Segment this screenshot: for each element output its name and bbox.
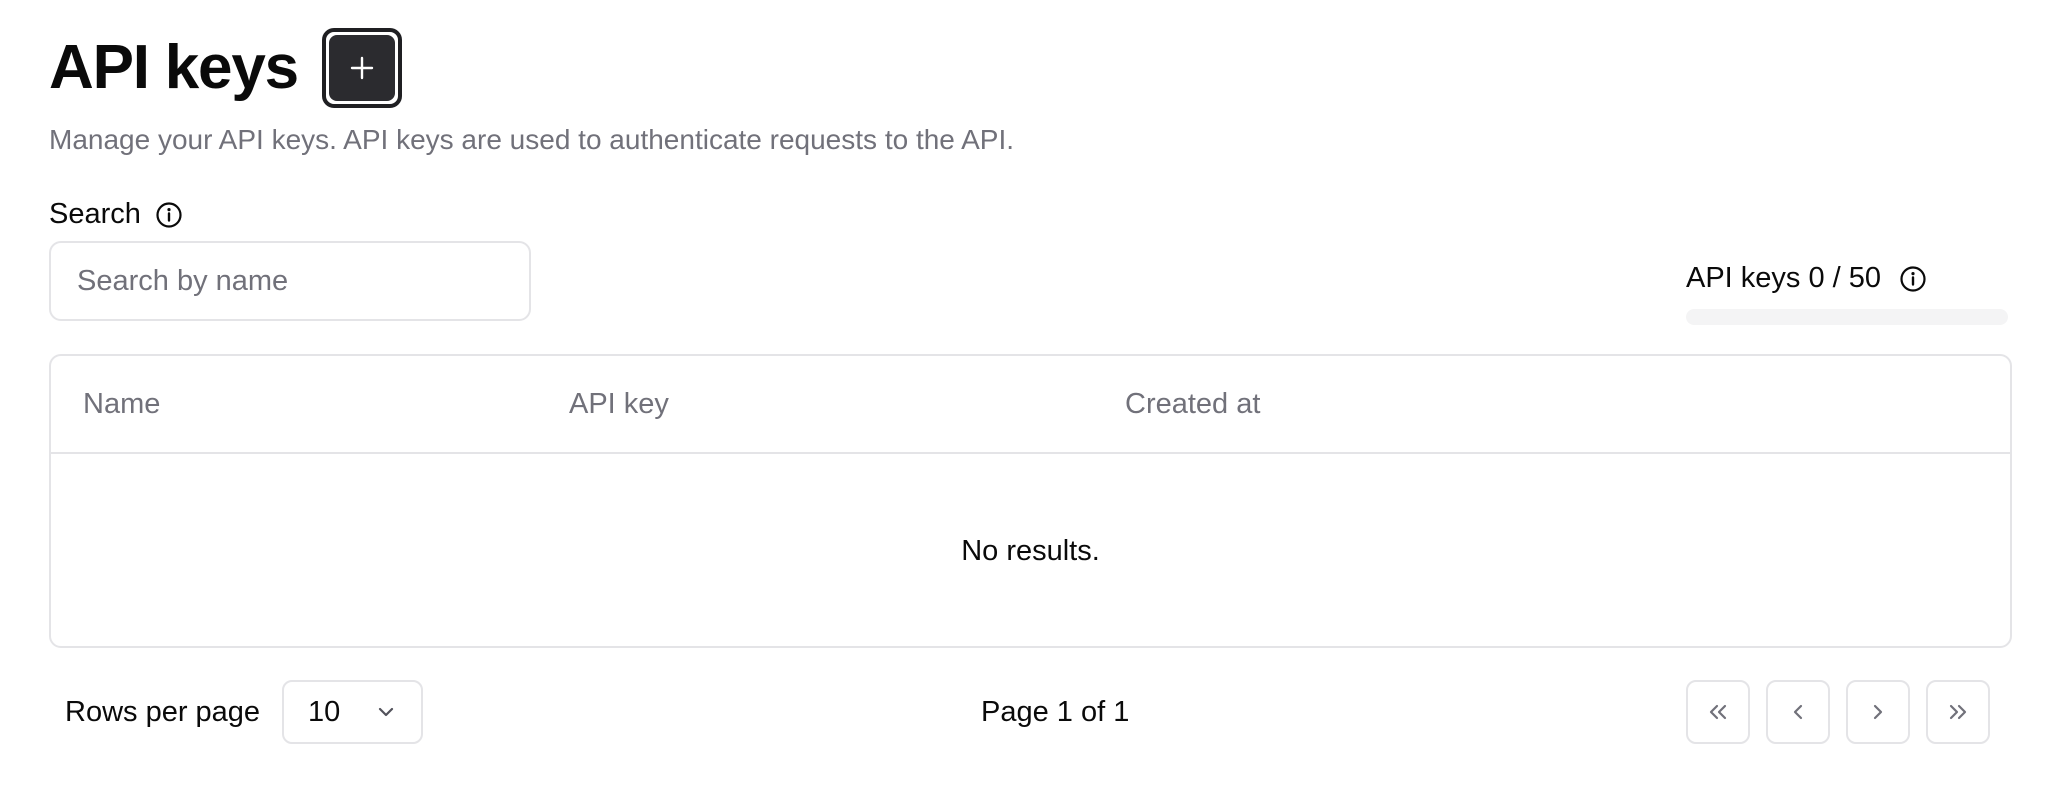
usage-progress-bar: [1686, 309, 2008, 325]
page-subtitle: Manage your API keys. API keys are used …: [49, 124, 1015, 155]
page-title: API keys: [49, 33, 299, 102]
plus-icon: [350, 56, 374, 80]
search-input[interactable]: [49, 241, 531, 321]
chevron-left-icon: [1793, 704, 1803, 720]
api-keys-table: Name API key Created at No results.: [49, 354, 2012, 648]
chevron-right-icon: [1873, 704, 1883, 720]
info-icon[interactable]: [155, 201, 183, 229]
api-key-usage: API keys 0 / 50: [1686, 262, 2008, 325]
add-button-inner: [328, 35, 395, 101]
column-header-api-key[interactable]: API key: [569, 356, 669, 452]
chevron-down-icon: [378, 707, 394, 717]
rows-per-page-label: Rows per page: [65, 695, 261, 728]
rows-per-page-value: 10: [308, 695, 341, 728]
chevrons-right-icon: [1949, 704, 1967, 720]
previous-page-button[interactable]: [1766, 680, 1830, 744]
table-header: Name API key Created at: [51, 356, 2010, 454]
api-keys-page: API keys Manage your API keys. API keys …: [49, 0, 2012, 788]
usage-row: API keys 0 / 50: [1686, 262, 2008, 295]
rows-per-page-select[interactable]: 10: [282, 680, 423, 744]
chevrons-left-icon: [1709, 704, 1727, 720]
last-page-button[interactable]: [1926, 680, 1990, 744]
title-row: API keys: [49, 28, 402, 108]
column-header-created-at[interactable]: Created at: [1125, 356, 1260, 452]
first-page-button[interactable]: [1686, 680, 1750, 744]
pagination-bar: Rows per page 10 Page 1 of 1: [49, 680, 2012, 744]
info-icon[interactable]: [1899, 265, 1927, 293]
empty-state-message: No results.: [961, 534, 1100, 567]
page-indicator: Page 1 of 1: [981, 695, 1130, 728]
add-api-key-button[interactable]: [321, 28, 402, 108]
search-label: Search: [49, 198, 141, 230]
next-page-button[interactable]: [1846, 680, 1910, 744]
search-label-row: Search: [49, 198, 183, 231]
usage-label: API keys 0 / 50: [1686, 262, 1882, 294]
column-header-name[interactable]: Name: [83, 356, 160, 452]
